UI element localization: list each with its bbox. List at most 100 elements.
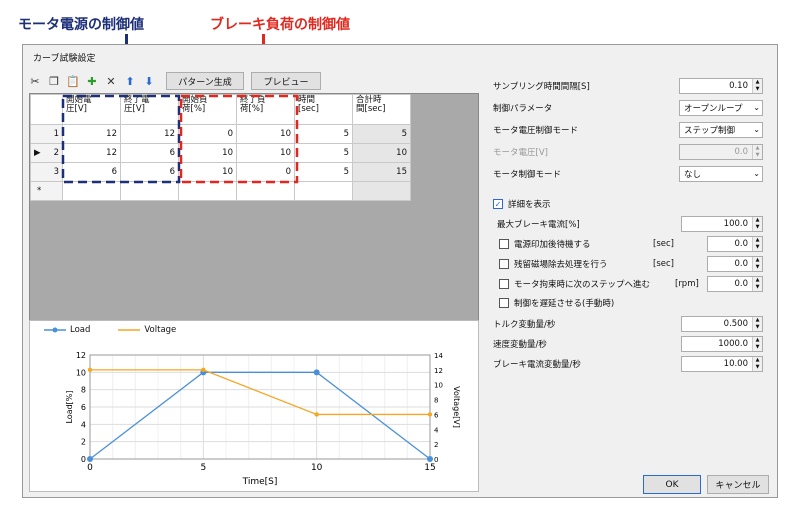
checkbox-icon[interactable] [499, 279, 509, 289]
cancel-button[interactable]: キャンセル [707, 475, 769, 494]
sampling-input[interactable]: 0.10 ▲ ▼ [679, 78, 763, 94]
x-axis-label: Time[S] [242, 477, 278, 487]
voltage-mode-label: モータ電圧制御モード [493, 126, 579, 136]
data-point-load [427, 456, 433, 462]
check-icon[interactable]: ✓ [493, 199, 503, 209]
chart-plot: 0 5 10 1502468101202468101214Time[S]Load[%]… [65, 351, 461, 487]
max-brake-value: 100.0 [723, 219, 748, 229]
delay-label: 制御を遅延させる(手動時) [514, 299, 615, 309]
y-tick-label: 12 [76, 351, 86, 360]
y-tick-label: 10 [76, 368, 86, 377]
spin-icon[interactable]: ▲ ▼ [752, 317, 762, 331]
lock-unit: [rpm] [675, 279, 699, 289]
y-tick-label: 8 [81, 386, 86, 395]
spin-icon[interactable]: ▲ ▼ [752, 217, 762, 231]
motor-voltage-value: 0.0 [734, 147, 748, 157]
sampling-label: サンプリング時間間隔[S] [493, 82, 590, 92]
data-point-voltage [87, 367, 93, 373]
y-tick-label: 4 [81, 420, 86, 429]
speed-label: 速度変動量/秒 [493, 340, 547, 350]
wait-input[interactable]: 0.0 ▲ ▼ [707, 236, 763, 252]
paste-icon[interactable]: 📋 [65, 73, 81, 89]
series-line-load [89, 371, 431, 460]
annotation-boxes [61, 94, 299, 184]
brake-rate-input[interactable]: 10.00 ▲ ▼ [681, 356, 763, 372]
wait-value: 0.0 [734, 239, 748, 249]
motor-voltage-input: 0.0 ▲ ▼ [679, 144, 763, 160]
checkbox-icon[interactable] [499, 298, 509, 308]
x-tick-label: 0 [87, 463, 93, 473]
spin-icon[interactable]: ▲ ▼ [752, 277, 762, 291]
delete-row-icon[interactable]: ✕ [103, 73, 119, 89]
wait-checkbox[interactable]: 電源印加後待機する [499, 235, 591, 253]
checkbox-icon[interactable] [499, 239, 509, 249]
details-checkbox[interactable]: ✓ 詳細を表示 [493, 195, 551, 213]
voltage-mode-select[interactable]: ステップ制御 ⌄ [679, 122, 763, 138]
move-down-icon[interactable]: ⬇ [141, 73, 157, 89]
y-tick-label: 2 [81, 438, 86, 447]
spin-icon[interactable]: ▲ ▼ [752, 79, 762, 93]
speed-value: 1000.0 [718, 339, 748, 349]
y2-tick-label: 2 [434, 441, 438, 449]
max-brake-label: 最大ブレーキ電流[%] [497, 220, 580, 230]
data-point-voltage [201, 367, 206, 373]
control-param-label: 制御パラメータ [493, 104, 553, 114]
y2-tick-label: 4 [434, 426, 439, 434]
add-row-icon[interactable]: ✚ [84, 73, 100, 89]
spin-icon[interactable]: ▲ ▼ [752, 337, 762, 351]
speed-input[interactable]: 1000.0 ▲ ▼ [681, 336, 763, 352]
y2-tick-label: 0 [434, 456, 438, 464]
control-param-select[interactable]: オープンループ ⌄ [679, 100, 763, 116]
brake-annotation: ブレーキ負荷の制御値 [210, 17, 350, 33]
ok-button[interactable]: OK [643, 475, 701, 494]
chevron-down-icon: ⌄ [753, 125, 760, 134]
torque-input[interactable]: 0.500 ▲ ▼ [681, 316, 763, 332]
demag-unit: [sec] [653, 259, 674, 269]
max-brake-input[interactable]: 100.0 ▲ ▼ [681, 216, 763, 232]
delay-checkbox[interactable]: 制御を遅延させる(手動時) [499, 294, 614, 312]
checkbox-icon[interactable] [499, 259, 509, 269]
demag-value: 0.0 [734, 259, 748, 269]
curve-test-window: カーブ試験設定 ✂ ❐ 📋 ✚ ✕ ⬆ ⬇ パターン生成 プレビュー 開始電 圧… [22, 44, 778, 498]
y2-tick-label: 8 [434, 397, 438, 405]
x-tick-label: 5 [200, 463, 206, 473]
spin-icon[interactable]: ▲ ▼ [752, 237, 762, 251]
demag-checkbox[interactable]: 残留磁場除去処理を行う [499, 255, 608, 273]
y2-tick-label: 14 [434, 352, 443, 360]
preview-button[interactable]: プレビュー [251, 72, 321, 90]
y2-tick-label: 10 [434, 382, 443, 390]
demag-input[interactable]: 0.0 ▲ ▼ [707, 256, 763, 272]
lock-value: 0.0 [734, 279, 748, 289]
preview-chart: Load Voltage 0 5 10 15 0 2 4 6 8 10 12 0 2 4 6 8 10 12 14 T… [29, 320, 479, 492]
spin-icon[interactable]: ▲ ▼ [752, 357, 762, 371]
y-axis-label: Load[%] [65, 390, 74, 423]
x-tick-label: 10 [311, 463, 323, 473]
cut-icon[interactable]: ✂ [27, 73, 43, 89]
motor-control-label: モータ制御モード [493, 170, 562, 180]
y2-axis-label: Voltage[V] [452, 386, 461, 428]
series-line-voltage [90, 369, 430, 416]
lock-input[interactable]: 0.0 ▲ ▼ [707, 276, 763, 292]
motor-voltage-label: モータ電圧[V] [493, 148, 548, 158]
spin-icon: ▲ ▼ [752, 145, 762, 159]
data-point-load [313, 369, 320, 376]
spin-icon[interactable]: ▲ ▼ [752, 257, 762, 271]
window-title: カーブ試験設定 [33, 54, 96, 64]
x-tick-label: 15 [424, 463, 435, 473]
lock-checkbox[interactable]: モータ拘束時に次のステップへ進む [499, 275, 650, 293]
pattern-generate-button[interactable]: パターン生成 [166, 72, 244, 90]
control-param-value: オープンループ [684, 104, 743, 114]
motor-annotation: モータ電源の制御値 [18, 17, 144, 33]
motor-control-select[interactable]: なし ⌄ [679, 166, 763, 182]
wait-label: 電源印加後待機する [514, 240, 591, 250]
data-point-voltage [314, 412, 319, 417]
data-point-voltage [427, 412, 433, 417]
motor-control-value: なし [684, 170, 702, 180]
copy-icon[interactable]: ❐ [46, 73, 62, 89]
wait-unit: [sec] [653, 239, 674, 249]
y-tick-label: 6 [81, 403, 86, 412]
move-up-icon[interactable]: ⬆ [122, 73, 138, 89]
sampling-value: 0.10 [729, 81, 748, 91]
torque-value: 0.500 [723, 319, 748, 329]
chevron-down-icon: ⌄ [753, 169, 760, 178]
